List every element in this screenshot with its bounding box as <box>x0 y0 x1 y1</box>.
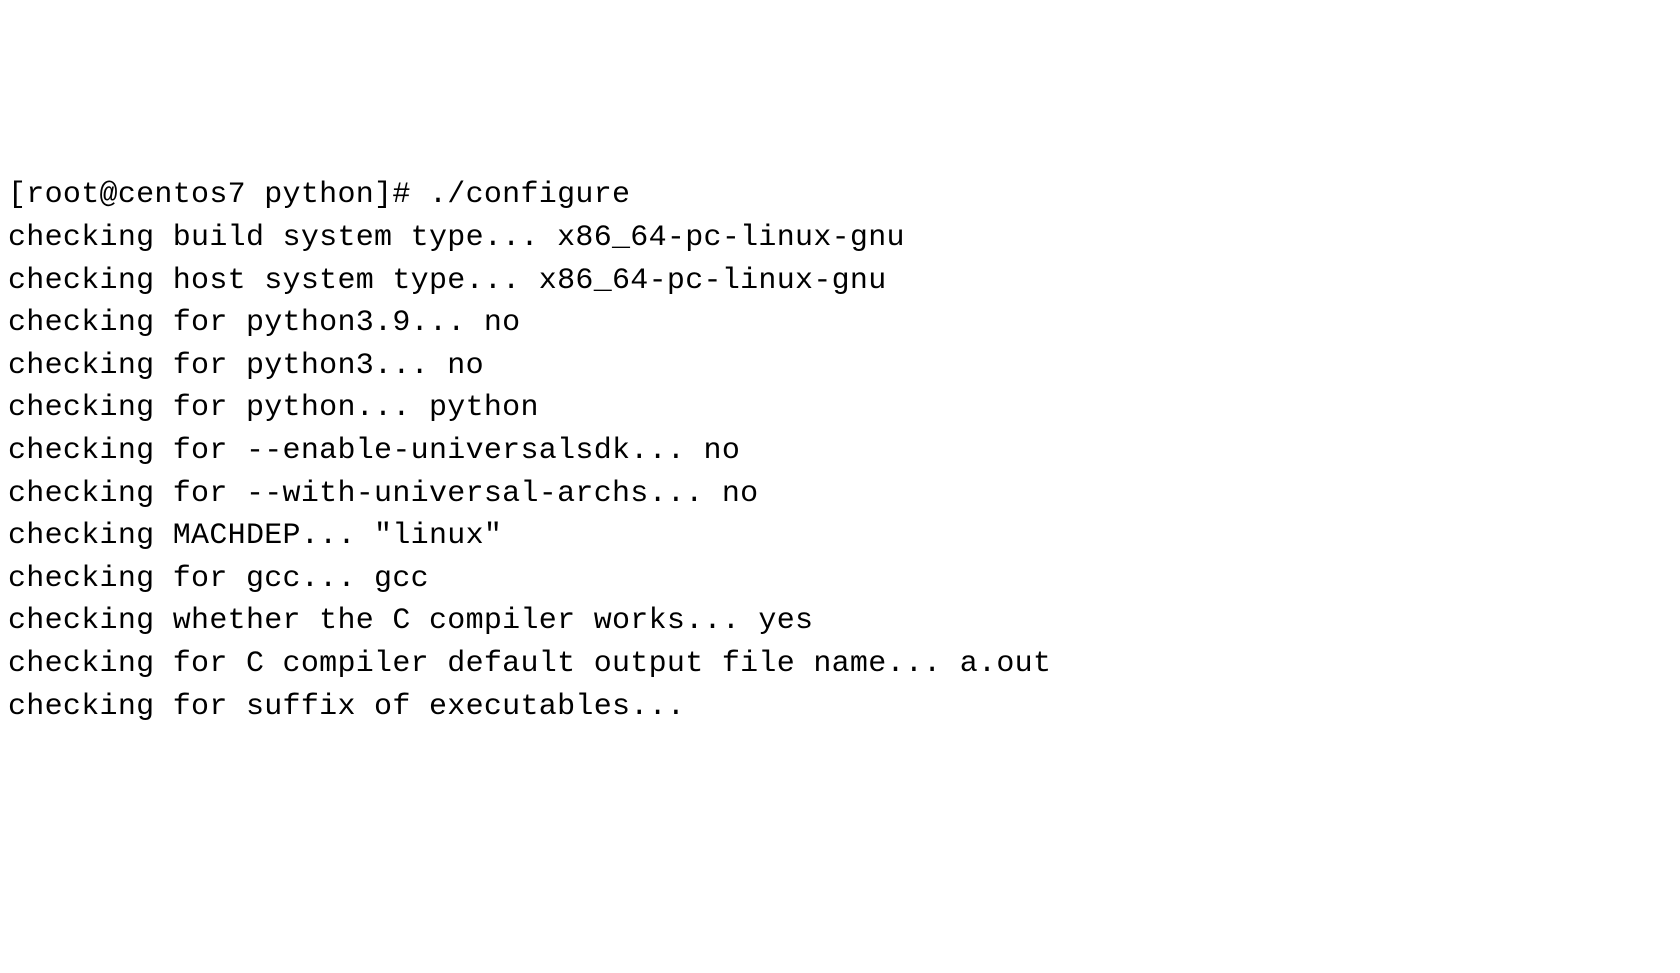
output-line: checking for suffix of executables... <box>8 686 1680 729</box>
output-line: checking MACHDEP... "linux" <box>8 515 1680 558</box>
output-line: checking for --with-universal-archs... n… <box>8 473 1680 516</box>
prompt-line: [root@centos7 python]# ./configure <box>8 174 1680 217</box>
output-line: checking for gcc... gcc <box>8 558 1680 601</box>
output-line: checking for python3... no <box>8 345 1680 388</box>
output-line: checking for python... python <box>8 387 1680 430</box>
output-line: checking for python3.9... no <box>8 302 1680 345</box>
shell-prompt: [root@centos7 python]# <box>8 178 429 212</box>
output-line: checking build system type... x86_64-pc-… <box>8 217 1680 260</box>
shell-command: ./configure <box>429 178 630 212</box>
output-line: checking for --enable-universalsdk... no <box>8 430 1680 473</box>
output-line: checking host system type... x86_64-pc-l… <box>8 260 1680 303</box>
output-line: checking for C compiler default output f… <box>8 643 1680 686</box>
terminal-output[interactable]: [root@centos7 python]# ./configurechecki… <box>8 174 1680 756</box>
output-line: checking whether the C compiler works...… <box>8 600 1680 643</box>
